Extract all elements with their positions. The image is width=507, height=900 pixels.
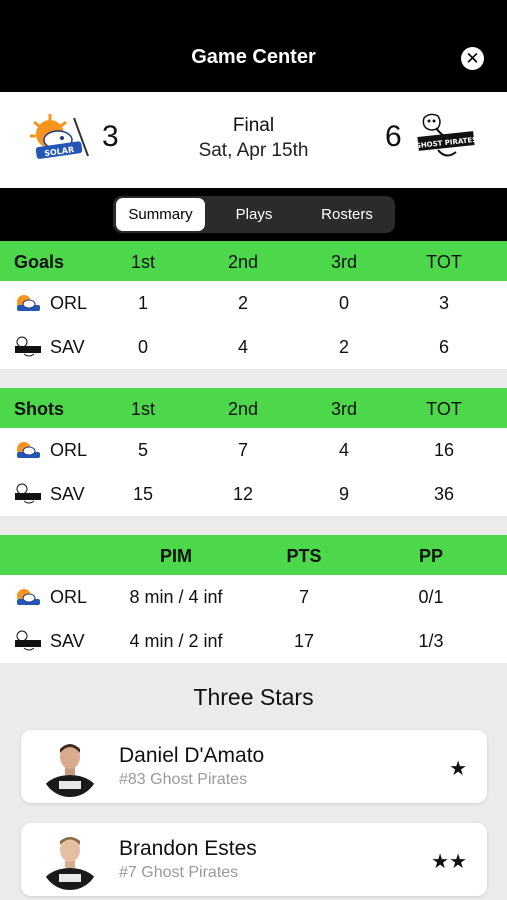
savannah-logo-icon (15, 336, 41, 357)
team-abbr: SAV (50, 337, 85, 357)
player-avatar (41, 830, 99, 890)
column-header: 2nd (227, 252, 259, 272)
team-abbr: ORL (50, 440, 88, 460)
column-header: TOT (426, 252, 462, 272)
player-info: #7 Ghost Pirates (119, 864, 239, 881)
team-abbr: SAV (50, 484, 85, 504)
star-rating-icon: ★★ (431, 851, 467, 873)
goals-header: Goals 1st 2nd 3rd TOT (0, 241, 507, 281)
table-cell: 4 (338, 440, 350, 460)
misc-stats-table: PIM PTS PP ORL 8 min / 4 inf 7 0/1 SAV 4… (0, 535, 507, 663)
player-avatar (41, 737, 99, 797)
scoreboard: SOLAR 3 Final Sat, Apr 15th 6 GHOST PIRA… (0, 92, 507, 188)
table-row: ORL 1 2 0 3 (0, 281, 507, 325)
table-cell: 2 (338, 337, 350, 357)
column-header: PIM (159, 546, 193, 566)
player-name: Daniel D'Amato (119, 744, 265, 767)
column-header: PP (418, 546, 444, 566)
shots-table: Shots 1st 2nd 3rd TOT ORL 5 7 4 16 SAV 1… (0, 388, 507, 516)
team-abbr: SAV (50, 631, 85, 651)
close-icon: ✕ (465, 49, 480, 68)
table-cell: 0 (338, 293, 350, 313)
orlando-logo-icon (17, 295, 40, 311)
shots-title: Shots (14, 399, 65, 419)
table-cell: 7 (298, 587, 310, 607)
segmented-control: Summary Plays Rosters (113, 196, 395, 233)
tab-summary[interactable]: Summary (116, 198, 205, 231)
table-cell: 2 (237, 293, 249, 313)
column-header: PTS (286, 546, 322, 566)
team-abbr: ORL (50, 293, 88, 313)
page-title: Game Center (191, 46, 316, 68)
away-score: 6 (385, 120, 402, 153)
tab-bar: Summary Plays Rosters (0, 188, 507, 241)
column-header: TOT (426, 399, 462, 419)
table-cell: 6 (438, 337, 450, 357)
table-cell: 16 (433, 440, 455, 460)
table-cell: 5 (137, 440, 149, 460)
top-bar: Game Center ✕ (0, 0, 507, 92)
table-cell: 7 (237, 440, 249, 460)
table-row: ORL 8 min / 4 inf 7 0/1 (0, 575, 507, 619)
column-header: 1st (130, 252, 156, 272)
team-abbr: ORL (50, 587, 88, 607)
player-info: #83 Ghost Pirates (119, 771, 248, 788)
savannah-logo-icon (15, 630, 41, 651)
savannah-ghost-pirates-logo: GHOST PIRATES (416, 113, 476, 157)
tab-plays[interactable]: Plays (209, 198, 299, 231)
orlando-logo-icon (17, 442, 40, 458)
player-name: Brandon Estes (119, 837, 257, 860)
goals-title: Goals (14, 252, 65, 272)
three-stars-title: Three Stars (193, 684, 314, 710)
tab-rosters[interactable]: Rosters (302, 198, 392, 231)
orlando-logo-icon (17, 589, 40, 605)
star-rating-icon: ★ (449, 758, 467, 780)
column-header: 3rd (330, 399, 358, 419)
savannah-logo-icon (15, 483, 41, 504)
table-cell: 3 (438, 293, 450, 313)
misc-header: PIM PTS PP (0, 535, 507, 575)
table-cell: 17 (293, 631, 315, 651)
star-player-card[interactable]: Daniel D'Amato #83 Ghost Pirates ★ (21, 730, 487, 803)
table-cell: 0 (137, 337, 149, 357)
table-cell: 0/1 (418, 587, 444, 607)
table-row: ORL 5 7 4 16 (0, 428, 507, 472)
table-cell: 9 (338, 484, 350, 504)
table-cell: 36 (433, 484, 455, 504)
column-header: 1st (130, 399, 156, 419)
table-row: SAV 0 4 2 6 (0, 325, 507, 369)
close-button[interactable]: ✕ (461, 47, 484, 70)
table-cell: 15 (132, 484, 154, 504)
table-cell: 4 (237, 337, 249, 357)
table-cell: 1 (137, 293, 149, 313)
shots-header: Shots 1st 2nd 3rd TOT (0, 388, 507, 428)
table-cell: 1/3 (418, 631, 444, 651)
table-cell: 12 (232, 484, 254, 504)
table-row: SAV 4 min / 2 inf 17 1/3 (0, 619, 507, 663)
goals-table: Goals 1st 2nd 3rd TOT ORL 1 2 0 3 SAV 0 … (0, 241, 507, 369)
column-header: 2nd (227, 399, 259, 419)
table-row: SAV 15 12 9 36 (0, 472, 507, 516)
table-cell: 4 min / 2 inf (129, 631, 223, 651)
star-player-card[interactable]: Brandon Estes #7 Ghost Pirates ★★ (21, 823, 487, 896)
column-header: 3rd (330, 252, 358, 272)
table-cell: 8 min / 4 inf (129, 587, 223, 607)
